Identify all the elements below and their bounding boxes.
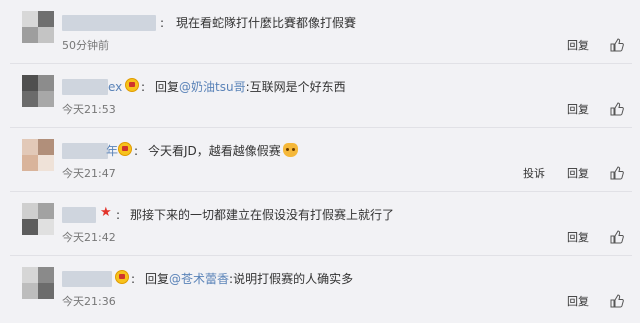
avatar-pixel xyxy=(22,283,38,299)
name-colon: : xyxy=(141,80,146,94)
reply-button[interactable]: 回复 xyxy=(567,102,589,118)
reply-prefix: 回复 xyxy=(155,80,180,94)
username-tail[interactable]: 年 xyxy=(106,142,118,160)
avatar-pixel xyxy=(38,139,54,155)
username-redacted[interactable] xyxy=(62,15,156,31)
avatar-pixel xyxy=(38,219,54,235)
name-colon: : xyxy=(134,144,139,158)
avatar-pixel xyxy=(22,139,38,155)
username-redacted[interactable] xyxy=(62,271,112,287)
avatar[interactable] xyxy=(22,11,54,43)
avatar-pixel xyxy=(22,203,38,219)
avatar-pixel xyxy=(38,203,54,219)
mention-link[interactable]: @苍术蕾香 xyxy=(169,272,229,286)
comment-body: :互联网是个好东西 xyxy=(245,80,346,94)
name-colon: : xyxy=(116,208,121,222)
reply-button[interactable]: 回复 xyxy=(567,38,589,54)
thumbs-up-icon[interactable] xyxy=(610,102,624,116)
avatar-pixel xyxy=(38,27,54,43)
thumbs-up-icon[interactable] xyxy=(610,294,624,308)
vip-crown-icon xyxy=(125,78,139,92)
reply-button[interactable]: 回复 xyxy=(567,294,589,310)
name-colon: : xyxy=(131,272,136,286)
comment-item: 年 : 今天看JD，越看越像假赛 今天21:47 投诉 回复 xyxy=(0,129,640,192)
comment-text: 回复@苍术蕾香:说明打假赛的人确实多 xyxy=(145,270,353,288)
reply-button[interactable]: 回复 xyxy=(567,166,589,182)
star-icon: ★ xyxy=(100,205,112,220)
report-button[interactable]: 投诉 xyxy=(523,166,545,182)
username-redacted[interactable] xyxy=(62,207,96,223)
divider xyxy=(10,255,632,256)
avatar-pixel xyxy=(38,283,54,299)
comment-time: 50分钟前 xyxy=(62,39,109,52)
avatar-pixel xyxy=(38,267,54,283)
comment-time: 今天21:42 xyxy=(62,231,116,244)
thumbs-up-icon[interactable] xyxy=(610,38,624,52)
comment-item: ex : 回复@奶油tsu哥:互联网是个好东西 今天21:53 回复 xyxy=(0,65,640,128)
divider xyxy=(10,127,632,128)
reply-button[interactable]: 回复 xyxy=(567,230,589,246)
comment-text: 今天看JD，越看越像假赛 xyxy=(148,142,298,160)
avatar[interactable] xyxy=(22,267,54,299)
divider xyxy=(10,63,632,64)
cat-face-emoji-icon xyxy=(282,143,298,157)
comment-item: : 回复@苍术蕾香:说明打假赛的人确实多 今天21:36 回复 xyxy=(0,257,640,320)
comment-time: 今天21:53 xyxy=(62,103,116,116)
comment-time: 今天21:36 xyxy=(62,295,116,308)
avatar-pixel xyxy=(22,27,38,43)
vip-crown-icon xyxy=(118,142,132,156)
username-tail[interactable]: ex xyxy=(108,78,122,96)
comment-text: 現在看蛇隊打什麼比賽都像打假賽 xyxy=(176,16,357,30)
comment-item: ★ : 那接下来的一切都建立在假设没有打假赛上就行了 今天21:42 回复 xyxy=(0,193,640,256)
username-redacted[interactable] xyxy=(62,79,108,95)
comment-body: 今天看JD，越看越像假赛 xyxy=(148,144,281,158)
comment-time: 今天21:47 xyxy=(62,167,116,180)
avatar-pixel xyxy=(22,219,38,235)
username-redacted[interactable] xyxy=(62,143,108,159)
avatar-pixel xyxy=(38,75,54,91)
comment-body: :说明打假赛的人确实多 xyxy=(229,272,354,286)
thumbs-up-icon[interactable] xyxy=(610,166,624,180)
avatar[interactable] xyxy=(22,75,54,107)
avatar-pixel xyxy=(22,267,38,283)
avatar-pixel xyxy=(22,75,38,91)
avatar-pixel xyxy=(22,91,38,107)
avatar-pixel xyxy=(38,155,54,171)
name-colon: : xyxy=(160,16,165,30)
comment-text: 回复@奶油tsu哥:互联网是个好东西 xyxy=(155,78,346,96)
comment-item: : 現在看蛇隊打什麼比賽都像打假賽 50分钟前 回复 xyxy=(0,1,640,64)
comment-feed: : 現在看蛇隊打什麼比賽都像打假賽 50分钟前 回复 ex : 回复@奶油tsu… xyxy=(0,0,640,323)
avatar-pixel xyxy=(22,11,38,27)
comment-text: 那接下来的一切都建立在假设没有打假赛上就行了 xyxy=(130,208,395,222)
reply-prefix: 回复 xyxy=(145,272,170,286)
mention-link[interactable]: @奶油tsu哥 xyxy=(179,80,246,94)
divider xyxy=(10,191,632,192)
avatar-pixel xyxy=(38,91,54,107)
avatar[interactable] xyxy=(22,139,54,171)
avatar-pixel xyxy=(38,11,54,27)
avatar[interactable] xyxy=(22,203,54,235)
avatar-pixel xyxy=(22,155,38,171)
vip-crown-icon xyxy=(115,270,129,284)
thumbs-up-icon[interactable] xyxy=(610,230,624,244)
